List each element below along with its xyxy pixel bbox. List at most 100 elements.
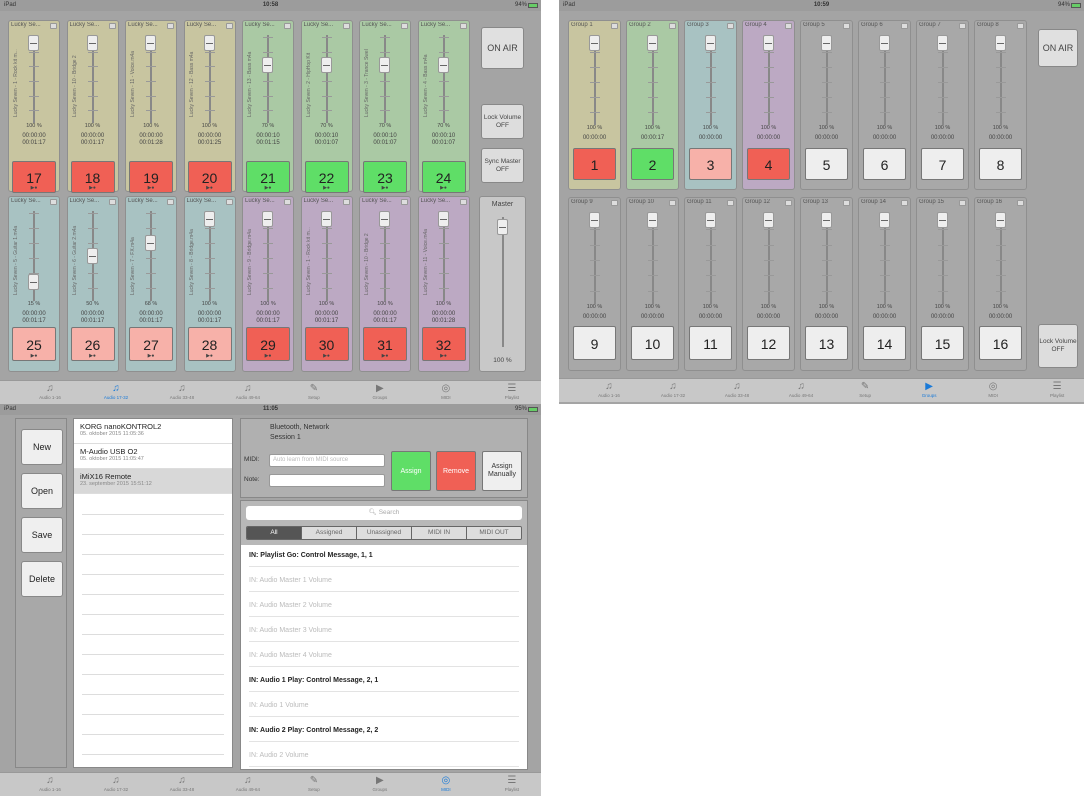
tab-audio-17-32[interactable]: ♫ Audio 17-32 bbox=[96, 383, 136, 401]
filter-midi-in[interactable]: MIDI IN bbox=[411, 527, 466, 539]
channel-select-checkbox[interactable] bbox=[108, 199, 116, 205]
tab-audio-1-16[interactable]: ♫ Audio 1-16 bbox=[30, 775, 70, 793]
fader-knob[interactable] bbox=[994, 35, 1006, 51]
play-pad[interactable]: 28 ▶● bbox=[187, 327, 232, 361]
tab-groups[interactable]: ▶ Groups bbox=[360, 383, 400, 401]
play-pad[interactable]: 16 bbox=[979, 326, 1022, 360]
channel-select-checkbox[interactable] bbox=[843, 23, 850, 29]
fader-knob[interactable] bbox=[936, 212, 948, 228]
midi-message-item[interactable]: IN: Audio Master 4 Volume bbox=[249, 645, 519, 667]
channel-select-checkbox[interactable] bbox=[959, 23, 966, 29]
tab-audio-17-32[interactable]: ♫ Audio 17-32 bbox=[653, 381, 693, 399]
play-pad[interactable]: 10 bbox=[631, 326, 674, 360]
play-pad[interactable]: 12 bbox=[747, 326, 790, 360]
channel-select-checkbox[interactable] bbox=[401, 199, 408, 205]
channel-select-checkbox[interactable] bbox=[459, 23, 467, 29]
channel-select-checkbox[interactable] bbox=[785, 23, 792, 29]
assign-manually-button[interactable]: Assign Manually bbox=[482, 451, 522, 491]
tab-setup[interactable]: ✎ Setup bbox=[294, 775, 334, 793]
play-pad[interactable]: 14 bbox=[863, 326, 906, 360]
midi-message-item[interactable]: IN: Audio Master 1 Volume bbox=[249, 570, 519, 592]
midi-message-item[interactable]: IN: Audio Master 2 Volume bbox=[249, 595, 519, 617]
filter-unassigned[interactable]: Unassigned bbox=[356, 527, 411, 539]
play-pad[interactable]: 3 bbox=[689, 148, 732, 180]
channel-select-checkbox[interactable] bbox=[167, 23, 174, 29]
channel-select-checkbox[interactable] bbox=[901, 23, 908, 29]
fader-knob[interactable] bbox=[203, 211, 215, 227]
tab-audio-1-16[interactable]: ♫ Audio 1-16 bbox=[589, 381, 629, 399]
channel-select-checkbox[interactable] bbox=[459, 199, 467, 205]
play-pad[interactable]: 9 bbox=[573, 326, 616, 360]
play-pad[interactable]: 30 ▶● bbox=[304, 327, 349, 361]
fader-knob[interactable] bbox=[704, 212, 716, 228]
play-pad[interactable]: 15 bbox=[921, 326, 964, 360]
play-pad[interactable]: 32 ▶● bbox=[421, 327, 466, 361]
fader-knob[interactable] bbox=[262, 56, 273, 73]
save-button[interactable]: Save bbox=[21, 517, 63, 553]
play-pad[interactable]: 26 ▶● bbox=[70, 327, 115, 361]
play-pad[interactable]: 17 ▶● bbox=[12, 161, 56, 193]
tab-audio-33-48[interactable]: ♫ Audio 33-48 bbox=[162, 775, 202, 793]
fader-knob[interactable] bbox=[145, 35, 156, 51]
play-pad[interactable]: 6 bbox=[863, 148, 906, 180]
fader-knob[interactable] bbox=[588, 212, 600, 228]
tab-audio-49-64[interactable]: ♫ Audio 49-64 bbox=[781, 381, 821, 399]
tab-audio-49-64[interactable]: ♫ Audio 49-64 bbox=[228, 775, 268, 793]
play-pad[interactable]: 22 ▶● bbox=[304, 161, 349, 193]
fader-knob[interactable] bbox=[878, 35, 890, 51]
midi-message-item[interactable]: IN: Audio 2 Volume bbox=[249, 745, 519, 767]
filter-midi-out[interactable]: MIDI OUT bbox=[466, 527, 521, 539]
fader-knob[interactable] bbox=[646, 35, 658, 51]
play-pad[interactable]: 27 ▶● bbox=[129, 327, 173, 361]
play-pad[interactable]: 29 ▶● bbox=[246, 327, 290, 361]
channel-select-checkbox[interactable] bbox=[50, 199, 57, 205]
search-input[interactable]: 🔍︎ Search bbox=[246, 506, 522, 520]
midi-message-item[interactable]: IN: Audio 1 Volume bbox=[249, 695, 519, 717]
lock-volume-button[interactable]: Lock Volume OFF bbox=[481, 104, 524, 139]
channel-select-checkbox[interactable] bbox=[959, 200, 966, 206]
channel-select-checkbox[interactable] bbox=[342, 199, 350, 205]
play-pad[interactable]: 25 ▶● bbox=[12, 327, 56, 361]
channel-select-checkbox[interactable] bbox=[1017, 23, 1024, 29]
open-button[interactable]: Open bbox=[21, 473, 63, 509]
play-pad[interactable]: 18 ▶● bbox=[70, 161, 115, 193]
fader-knob[interactable] bbox=[820, 35, 832, 51]
filter-assigned[interactable]: Assigned bbox=[301, 527, 356, 539]
fader-knob[interactable] bbox=[646, 212, 658, 228]
midi-message-item[interactable]: IN: Audio Master 3 Volume bbox=[249, 620, 519, 642]
fader-knob[interactable] bbox=[145, 234, 156, 251]
fader-knob[interactable] bbox=[86, 35, 98, 51]
channel-select-checkbox[interactable] bbox=[727, 23, 734, 29]
channel-select-checkbox[interactable] bbox=[611, 200, 618, 206]
midi-message-item[interactable]: IN: Playlist Go: Control Message, 1, 1 bbox=[249, 545, 519, 567]
sync-master-button[interactable]: Sync Master OFF bbox=[481, 148, 524, 183]
fader-knob[interactable] bbox=[820, 212, 832, 228]
tab-midi[interactable]: ◎ MIDI bbox=[426, 383, 466, 401]
fader-knob[interactable] bbox=[704, 35, 716, 51]
play-pad[interactable]: 5 bbox=[805, 148, 848, 180]
device-item[interactable]: iMiX16 Remote 23. september 2015 15:51:12 bbox=[74, 469, 232, 494]
tab-playlist[interactable]: ☰ Playlist bbox=[492, 775, 532, 793]
play-pad[interactable]: 23 ▶● bbox=[363, 161, 407, 193]
fader-knob[interactable] bbox=[878, 212, 890, 228]
midi-message-item[interactable]: IN: Audio 1 Play: Control Message, 2, 1 bbox=[249, 670, 519, 692]
channel-select-checkbox[interactable] bbox=[225, 199, 233, 205]
channel-select-checkbox[interactable] bbox=[669, 23, 676, 29]
tab-groups[interactable]: ▶ Groups bbox=[909, 381, 949, 399]
tab-audio-49-64[interactable]: ♫ Audio 49-64 bbox=[228, 383, 268, 401]
tab-setup[interactable]: ✎ Setup bbox=[845, 381, 885, 399]
play-pad[interactable]: 2 bbox=[631, 148, 674, 180]
channel-select-checkbox[interactable] bbox=[727, 200, 734, 206]
play-pad[interactable]: 4 bbox=[747, 148, 790, 180]
play-pad[interactable]: 24 ▶● bbox=[421, 161, 466, 193]
play-pad[interactable]: 21 ▶● bbox=[246, 161, 290, 193]
play-pad[interactable]: 11 bbox=[689, 326, 732, 360]
fader-knob[interactable] bbox=[437, 211, 449, 227]
fader-knob[interactable] bbox=[437, 56, 449, 73]
fader-knob[interactable] bbox=[320, 211, 332, 227]
fader-knob[interactable] bbox=[936, 35, 948, 51]
fader-knob[interactable] bbox=[203, 35, 215, 51]
tab-groups[interactable]: ▶ Groups bbox=[360, 775, 400, 793]
fader-knob[interactable] bbox=[28, 273, 39, 290]
delete-button[interactable]: Delete bbox=[21, 561, 63, 597]
